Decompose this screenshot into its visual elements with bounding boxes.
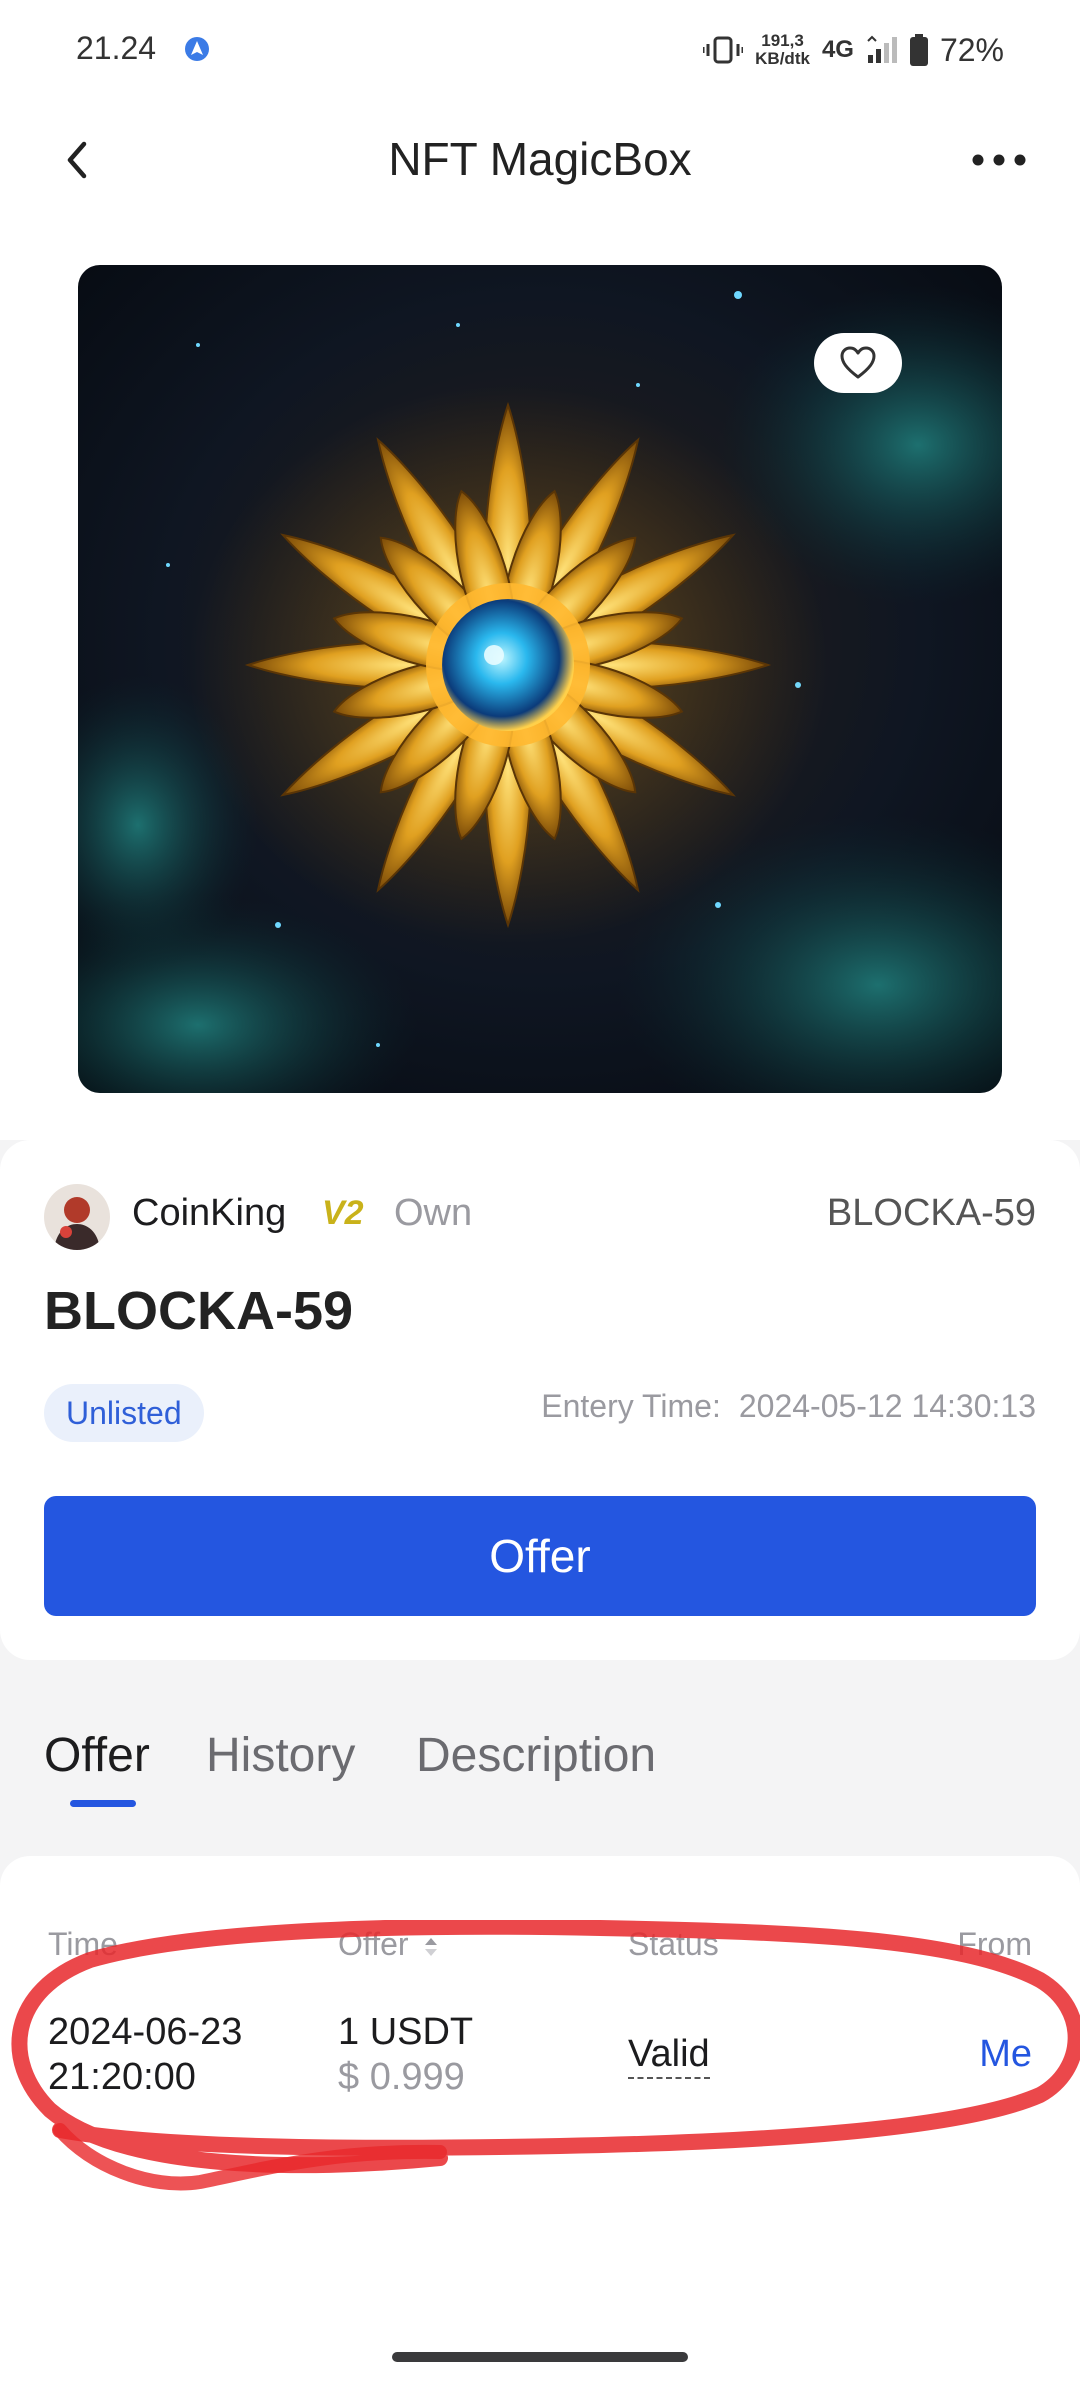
tab-offer[interactable]: Offer	[44, 1728, 150, 1783]
column-header-from: From	[957, 1926, 1032, 1962]
tab-history[interactable]: History	[206, 1728, 355, 1783]
collection-token-id: BLOCKA-59	[826, 1192, 1036, 1234]
offer-button[interactable]: Offer	[44, 1496, 1036, 1616]
status-time: 21.24	[76, 30, 157, 66]
network-type: 4G	[821, 36, 854, 63]
status-bar: 21.24 191,3 KB/dtk 4G 72%	[0, 0, 1080, 100]
offer-status-label: Valid	[628, 2033, 710, 2079]
location-arrow-icon	[185, 37, 209, 61]
own-label: Own	[394, 1192, 473, 1234]
offers-table: Time Offer Status From 2024-06-23 21:20:…	[0, 1856, 1080, 2388]
active-tab-indicator	[70, 1800, 136, 1807]
speed-unit: KB/dtk	[755, 49, 810, 68]
offer-time: 2024-06-23 21:20:00	[48, 2010, 242, 2100]
column-header-status: Status	[628, 1926, 719, 1962]
nft-info-card: CoinKing V2 Own BLOCKA-59 BLOCKA-59 Unli…	[0, 1140, 1080, 1660]
more-dots-icon[interactable]	[964, 136, 1034, 184]
nft-artwork[interactable]	[78, 265, 1002, 1093]
offer-amount-usd: $ 0.999	[338, 2056, 465, 2098]
column-header-offer-label: Offer	[338, 1926, 409, 1962]
entry-time-label: Entery Time:	[541, 1388, 721, 1424]
offer-date: 2024-06-23	[48, 2011, 243, 2053]
offer-from[interactable]: Me	[979, 2032, 1032, 2077]
nft-title: BLOCKA-59	[44, 1281, 354, 1341]
battery-icon	[909, 34, 928, 66]
page-title: NFT MagicBox	[388, 133, 692, 185]
offer-amount-usdt: 1 USDT	[338, 2011, 474, 2053]
status-indicators: 191,3 KB/dtk 4G 72%	[703, 26, 1004, 74]
vibrate-icon	[703, 36, 744, 64]
tab-description[interactable]: Description	[416, 1728, 656, 1783]
home-indicator[interactable]	[392, 2352, 688, 2362]
offer-clock: 21:20:00	[48, 2056, 196, 2098]
avatar[interactable]	[44, 1184, 110, 1250]
level-badge: V2	[322, 1194, 364, 1232]
entry-time: Entery Time: 2024-05-12 14:30:13	[541, 1388, 1036, 1425]
favorite-button[interactable]	[814, 333, 902, 393]
offer-status[interactable]: Valid	[628, 2032, 710, 2079]
speed-value: 191,3	[761, 31, 804, 50]
sort-icon	[425, 1937, 438, 1956]
signal-icon	[867, 35, 897, 63]
heart-icon	[840, 346, 876, 379]
network-speed: 191,3 KB/dtk	[755, 32, 810, 68]
detail-tabs: Offer History Description	[0, 1700, 1080, 1820]
status-badge: Unlisted	[44, 1384, 204, 1442]
column-header-offer[interactable]: Offer	[338, 1926, 439, 1963]
owner-name[interactable]: CoinKing	[132, 1192, 286, 1235]
entry-time-value: 2024-05-12 14:30:13	[738, 1388, 1036, 1424]
column-header-time: Time	[48, 1926, 118, 1962]
battery-percent: 72%	[939, 31, 1004, 68]
avatar-graphic	[44, 1184, 110, 1250]
offer-amount: 1 USDT $ 0.999	[338, 2010, 473, 2100]
app-header: NFT MagicBox	[0, 110, 1080, 210]
